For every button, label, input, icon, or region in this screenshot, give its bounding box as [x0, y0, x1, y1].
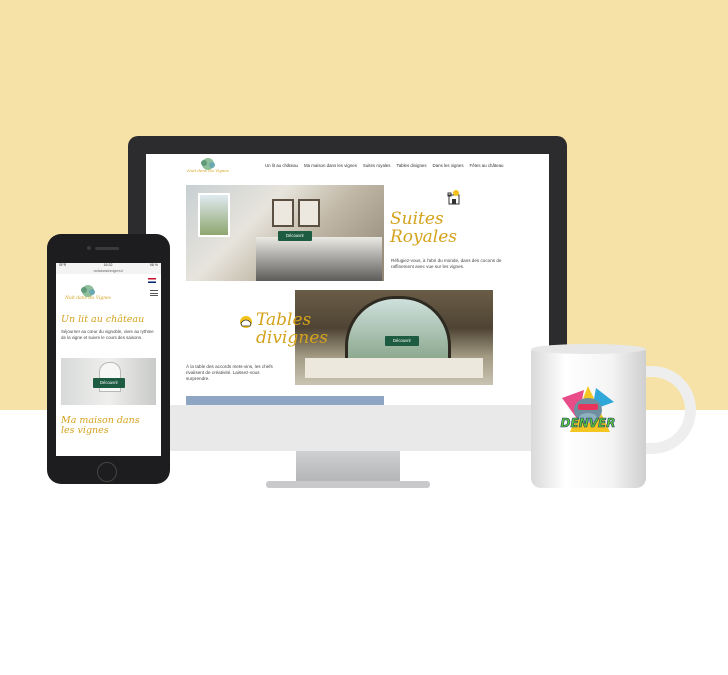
- bedroom-photo: Découvrir: [186, 185, 384, 281]
- section-title-suites-royales: Suites Royales: [390, 209, 457, 247]
- mobile-discover-button[interactable]: Découvrir: [93, 378, 125, 388]
- castle-icon: [447, 190, 460, 205]
- mobile-hallway-photo: Découvrir: [61, 358, 156, 405]
- mobile-section-title-ma-maison: Ma maison dans les vignes: [61, 415, 140, 436]
- smartphone: SFR 16:32 98 % nuitsdanslesvignes.fr Nui…: [47, 234, 170, 484]
- mobile-section-title-un-lit: Un lit au château: [61, 314, 145, 325]
- mug-rim: [531, 344, 646, 354]
- svg-text:Nuit dans les Vignes: Nuit dans les Vignes: [64, 296, 112, 301]
- nav-item-ma-maison[interactable]: Ma maison dans les vignes: [304, 163, 357, 168]
- discover-button-tables[interactable]: Découvrir: [385, 336, 419, 346]
- desktop-navbar: Nuit dans les Vignes Un lit au château M…: [146, 154, 549, 178]
- phone-screen: SFR 16:32 98 % nuitsdanslesvignes.fr Nui…: [56, 263, 161, 456]
- uk-flag-icon[interactable]: [148, 278, 156, 283]
- section-text-suites: Réfugiez-vous, à l'abri du monde, dans d…: [391, 258, 502, 270]
- nav-item-dans-les-vignes[interactable]: Dans les vignes: [433, 163, 464, 168]
- desktop-screen: Nuit dans les Vignes Un lit au château M…: [146, 154, 549, 433]
- svg-text:Nuit dans les Vignes: Nuit dans les Vignes: [186, 168, 229, 173]
- denver-dinosaur-icon: [562, 386, 614, 432]
- monitor-stand: [296, 451, 400, 483]
- mug-print-label: DENVER: [560, 416, 616, 431]
- nav-item-fetes-au-chateau[interactable]: Fêtes au château: [470, 163, 504, 168]
- phone-speaker: [95, 247, 119, 250]
- discover-button-suites[interactable]: Découvrir: [278, 231, 312, 241]
- mobile-section-text: Séjourner au cœur du vignoble, vivre au …: [61, 329, 154, 340]
- hamburger-menu-icon[interactable]: [150, 290, 158, 297]
- nav-item-un-lit-au-chateau[interactable]: Un lit au château: [265, 163, 298, 168]
- section-title-tables-divignes: Tables divignes: [256, 310, 328, 348]
- monitor-chin: [128, 405, 567, 451]
- mobile-site-logo[interactable]: Nuit dans les Vignes: [60, 285, 116, 301]
- desktop-menu: Un lit au château Ma maison dans les vig…: [265, 163, 503, 168]
- address-bar[interactable]: nuitsdanslesvignes.fr: [56, 269, 161, 274]
- desktop-monitor: Nuit dans les Vignes Un lit au château M…: [128, 136, 567, 451]
- nav-item-tables-divignes[interactable]: Tables divignes: [397, 163, 427, 168]
- site-logo[interactable]: Nuit dans les Vignes: [186, 158, 230, 174]
- phone-home-button: [97, 462, 117, 482]
- monitor-base: [266, 481, 430, 488]
- section-text-tables: À la table des accords mets-vins, les ch…: [186, 364, 273, 382]
- nav-item-suites-royales[interactable]: Suites royales: [363, 163, 391, 168]
- phone-camera: [87, 246, 91, 250]
